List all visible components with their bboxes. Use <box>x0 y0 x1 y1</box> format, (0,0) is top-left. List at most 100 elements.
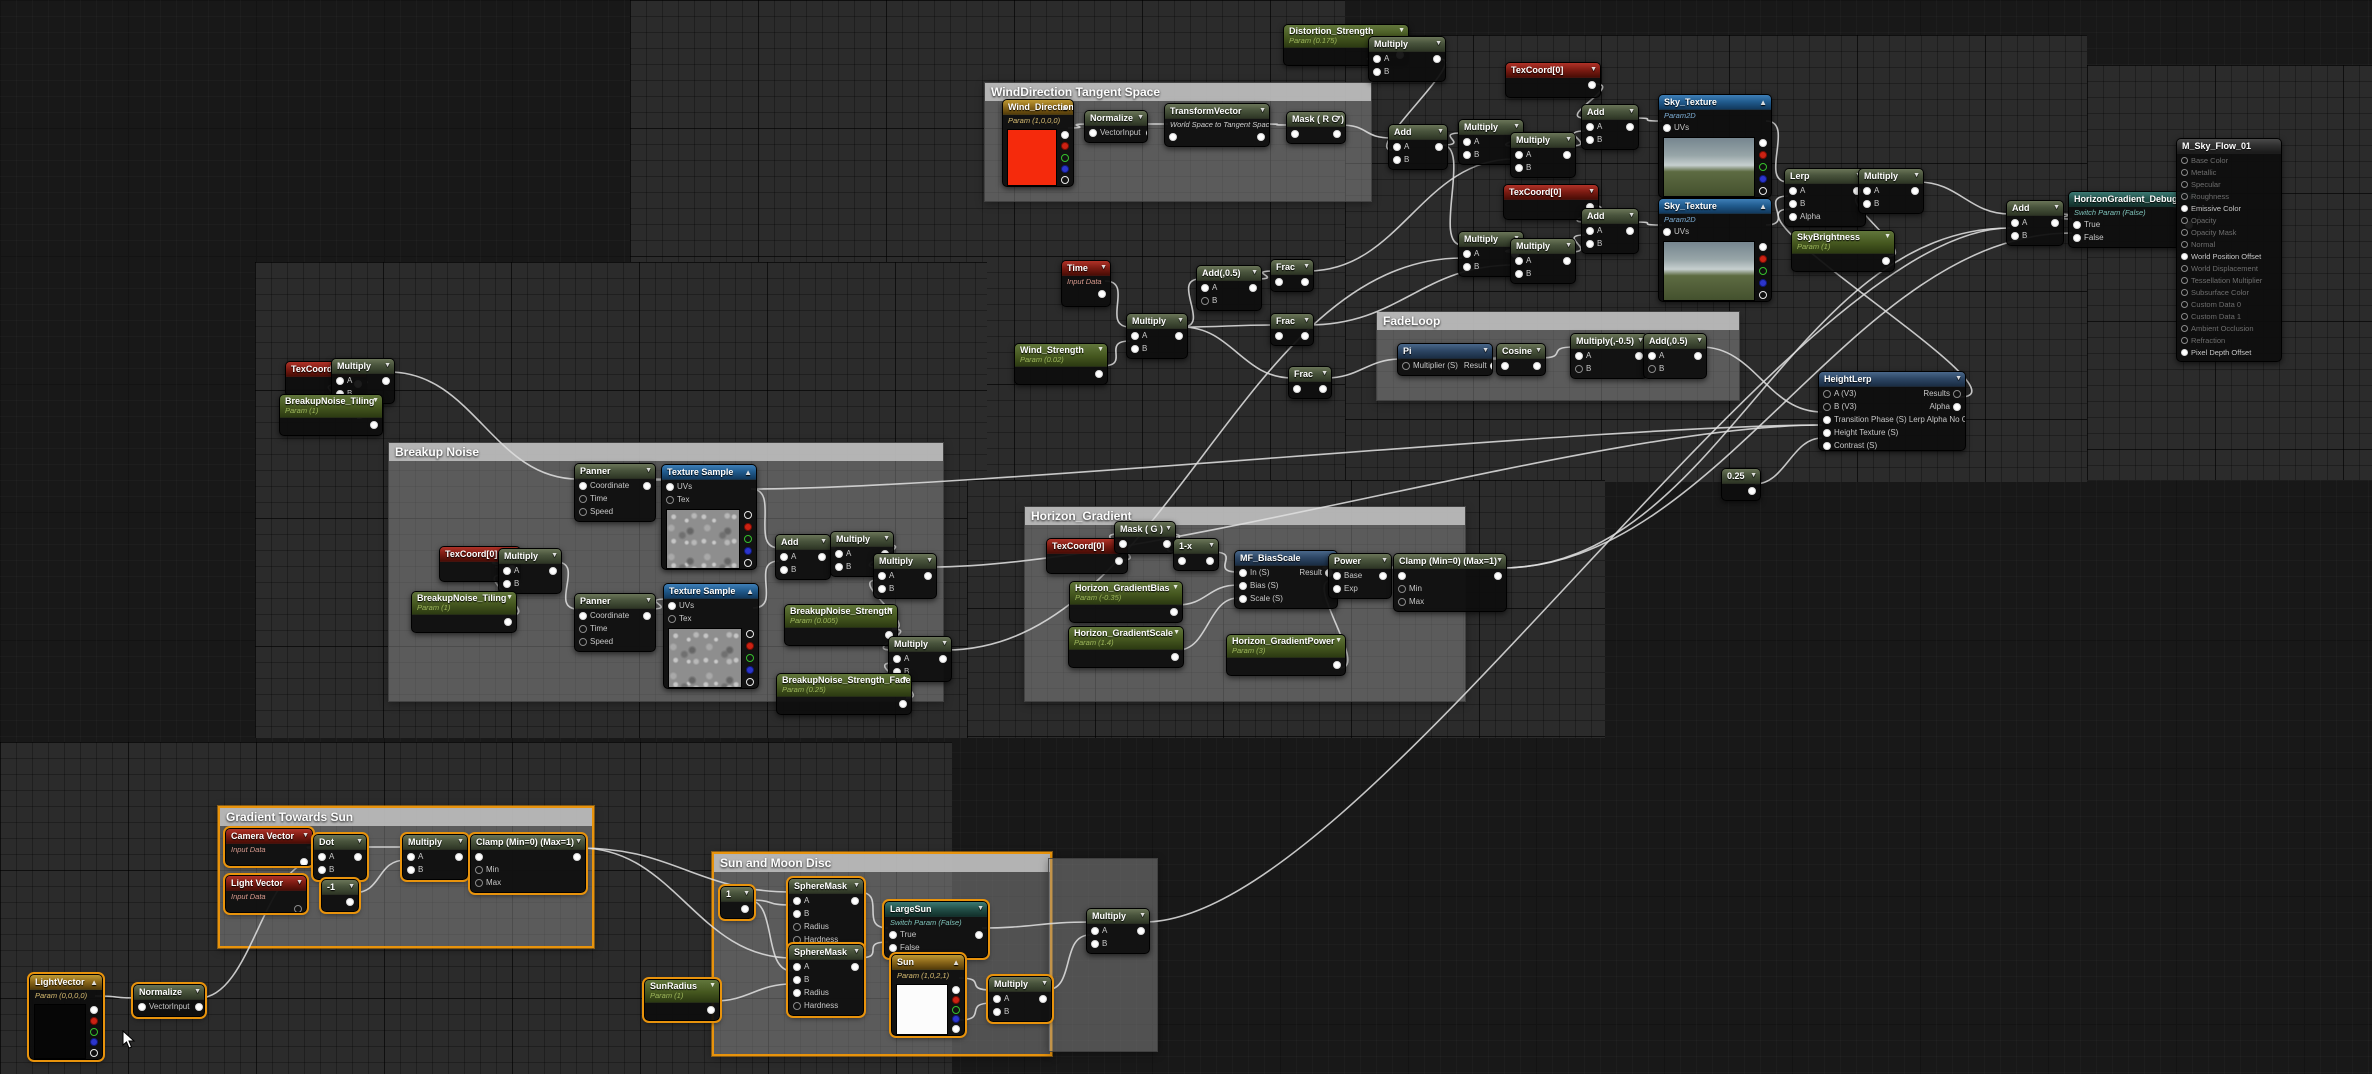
node-one_const[interactable]: 1▼ <box>720 886 754 919</box>
node-header[interactable]: Sky_Texture▲ <box>1659 95 1771 110</box>
pin-dot[interactable] <box>1823 429 1831 437</box>
pin-dot[interactable] <box>1863 187 1871 195</box>
pin-dot[interactable] <box>370 421 378 429</box>
pin-dot[interactable] <box>579 612 587 620</box>
pin-dot[interactable] <box>2051 219 2059 227</box>
chevron-down-icon[interactable]: ▼ <box>1335 637 1342 644</box>
pin-dot[interactable] <box>1163 540 1171 548</box>
pin-dot[interactable] <box>579 482 587 490</box>
node-add_05_fl[interactable]: Add(,0.5)▼AB <box>1643 333 1707 379</box>
pin-dot[interactable] <box>1586 136 1594 144</box>
pin-dot[interactable] <box>1239 569 1247 577</box>
node-multiply_l[interactable]: Multiply▼AB <box>1086 908 1150 954</box>
chevron-down-icon[interactable]: ▼ <box>1588 185 1595 199</box>
pin-dot[interactable] <box>2181 301 2188 308</box>
node-header[interactable]: Lerp▼ <box>1785 169 1865 184</box>
node-header[interactable]: Add▼ <box>1582 209 1638 224</box>
node-sky_texture_2[interactable]: Sky_Texture▲Param2DUVs <box>1658 198 1772 302</box>
node-header[interactable]: SphereMask▼ <box>789 879 863 894</box>
node-header[interactable]: Panner▼ <box>575 594 655 609</box>
node-header[interactable]: -1▼ <box>322 880 358 895</box>
node-header[interactable]: Add▼ <box>776 535 830 550</box>
node-time_1[interactable]: Time▼Input Data <box>1061 260 1111 307</box>
chevron-down-icon[interactable]: ▼ <box>1628 105 1635 119</box>
pin-dot[interactable] <box>1333 572 1341 580</box>
pin-dot[interactable] <box>666 496 674 504</box>
node-header[interactable]: HeightLerp▼ <box>1819 372 1965 387</box>
chevron-down-icon[interactable]: ▼ <box>302 829 309 843</box>
node-header[interactable]: Add(,0.5)▼ <box>1197 266 1261 281</box>
chevron-down-icon[interactable]: ▼ <box>1913 169 1920 183</box>
node-lerp_1[interactable]: Lerp▼ABAlpha <box>1784 168 1866 227</box>
chevron-down-icon[interactable]: ▼ <box>575 835 582 849</box>
pin-dot[interactable] <box>1061 131 1069 139</box>
collapse-icon[interactable]: ▲ <box>1061 101 1069 115</box>
node-multiply_i[interactable]: Multiply▼AB <box>873 553 937 599</box>
pin-dot[interactable] <box>2181 169 2188 176</box>
chevron-down-icon[interactable]: ▼ <box>372 397 379 404</box>
pin-dot[interactable] <box>1115 557 1123 565</box>
node-header[interactable]: Power▼ <box>1329 554 1391 569</box>
chevron-down-icon[interactable]: ▼ <box>709 982 716 989</box>
node-frac_3[interactable]: Frac▼ <box>1288 366 1332 399</box>
pin-dot[interactable] <box>1206 557 1214 565</box>
pin-dot[interactable] <box>1588 81 1596 89</box>
chevron-down-icon[interactable]: ▼ <box>645 464 652 478</box>
node-mask_g[interactable]: Mask ( G )▼ <box>1114 521 1176 554</box>
node-header[interactable]: Multiply▼ <box>831 532 893 547</box>
chevron-down-icon[interactable]: ▼ <box>356 835 363 849</box>
collapse-icon[interactable]: ▲ <box>952 956 960 970</box>
node-header[interactable]: Mask ( R G )▼ <box>1287 112 1345 127</box>
pin-dot[interactable] <box>1533 362 1541 370</box>
node-header[interactable]: Frac▼ <box>1271 260 1313 275</box>
pin-dot[interactable] <box>1626 123 1634 131</box>
pin-dot[interactable] <box>2181 265 2188 272</box>
node-mask_rg[interactable]: Mask ( R G )▼ <box>1286 111 1346 144</box>
node-skybrightness[interactable]: SkyBrightnessParam (1)▼ <box>1791 230 1895 272</box>
node-header[interactable]: Normalize▼ <box>134 985 204 1000</box>
node-header[interactable]: TexCoord[0]▼ <box>1506 63 1600 78</box>
pin-dot[interactable] <box>354 853 362 861</box>
pin-dot[interactable] <box>924 572 932 580</box>
pin-dot[interactable] <box>2181 205 2188 212</box>
pin-dot[interactable] <box>1663 228 1671 236</box>
pin-dot[interactable] <box>793 910 801 918</box>
chevron-down-icon[interactable]: ▼ <box>1565 239 1572 253</box>
comment-title-bar[interactable]: Gradient Towards Sun <box>220 808 592 826</box>
node-header[interactable]: Multiply▼ <box>403 835 467 850</box>
node-header[interactable]: LargeSun▼ <box>885 902 987 917</box>
node-header[interactable]: Multiply▼ <box>889 637 951 652</box>
pin-dot[interactable] <box>1463 151 1471 159</box>
pin-dot[interactable] <box>746 666 754 674</box>
pin-dot[interactable] <box>2181 349 2188 356</box>
pin-dot[interactable] <box>90 1049 98 1057</box>
node-header[interactable]: Multiply(,-0.5)▼ <box>1571 334 1647 349</box>
pin-dot[interactable] <box>952 1025 960 1033</box>
pin-dot[interactable] <box>294 905 302 913</box>
pin-dot[interactable] <box>889 944 897 952</box>
node-add_2[interactable]: Add▼AB <box>1581 104 1639 150</box>
node-header[interactable]: Add▼ <box>1582 105 1638 120</box>
node-camera_vector[interactable]: Camera Vector▼Input Data <box>225 828 313 866</box>
node-header[interactable]: Clamp (Min=0) (Max=1)▼ <box>1394 554 1506 569</box>
pin-dot[interactable] <box>993 1008 1001 1016</box>
pin-dot[interactable] <box>1319 385 1327 393</box>
comment-title-bar[interactable]: FadeLoop <box>1377 312 1739 330</box>
pin-dot[interactable] <box>1575 365 1583 373</box>
pin-dot[interactable] <box>1301 278 1309 286</box>
pin-dot[interactable] <box>579 495 587 503</box>
pin-dot[interactable] <box>1398 585 1406 593</box>
pin-dot[interactable] <box>889 931 897 939</box>
comment-title-bar[interactable]: Breakup Noise <box>389 443 943 461</box>
pin-dot[interactable] <box>90 1038 98 1046</box>
pin-dot[interactable] <box>746 630 754 638</box>
chevron-down-icon[interactable]: ▼ <box>853 879 860 893</box>
pin-dot[interactable] <box>1398 572 1406 580</box>
node-multiply_bn1[interactable]: Multiply▼AB <box>498 548 562 594</box>
chevron-down-icon[interactable]: ▼ <box>1137 111 1144 125</box>
pin-dot[interactable] <box>1759 255 1767 263</box>
pin-dot[interactable] <box>746 678 754 686</box>
node-bn_strength[interactable]: BreakupNoise_StrengthParam (0.005)▼ <box>784 604 898 646</box>
pin-dot[interactable] <box>952 986 960 994</box>
pin-dot[interactable] <box>455 853 463 861</box>
